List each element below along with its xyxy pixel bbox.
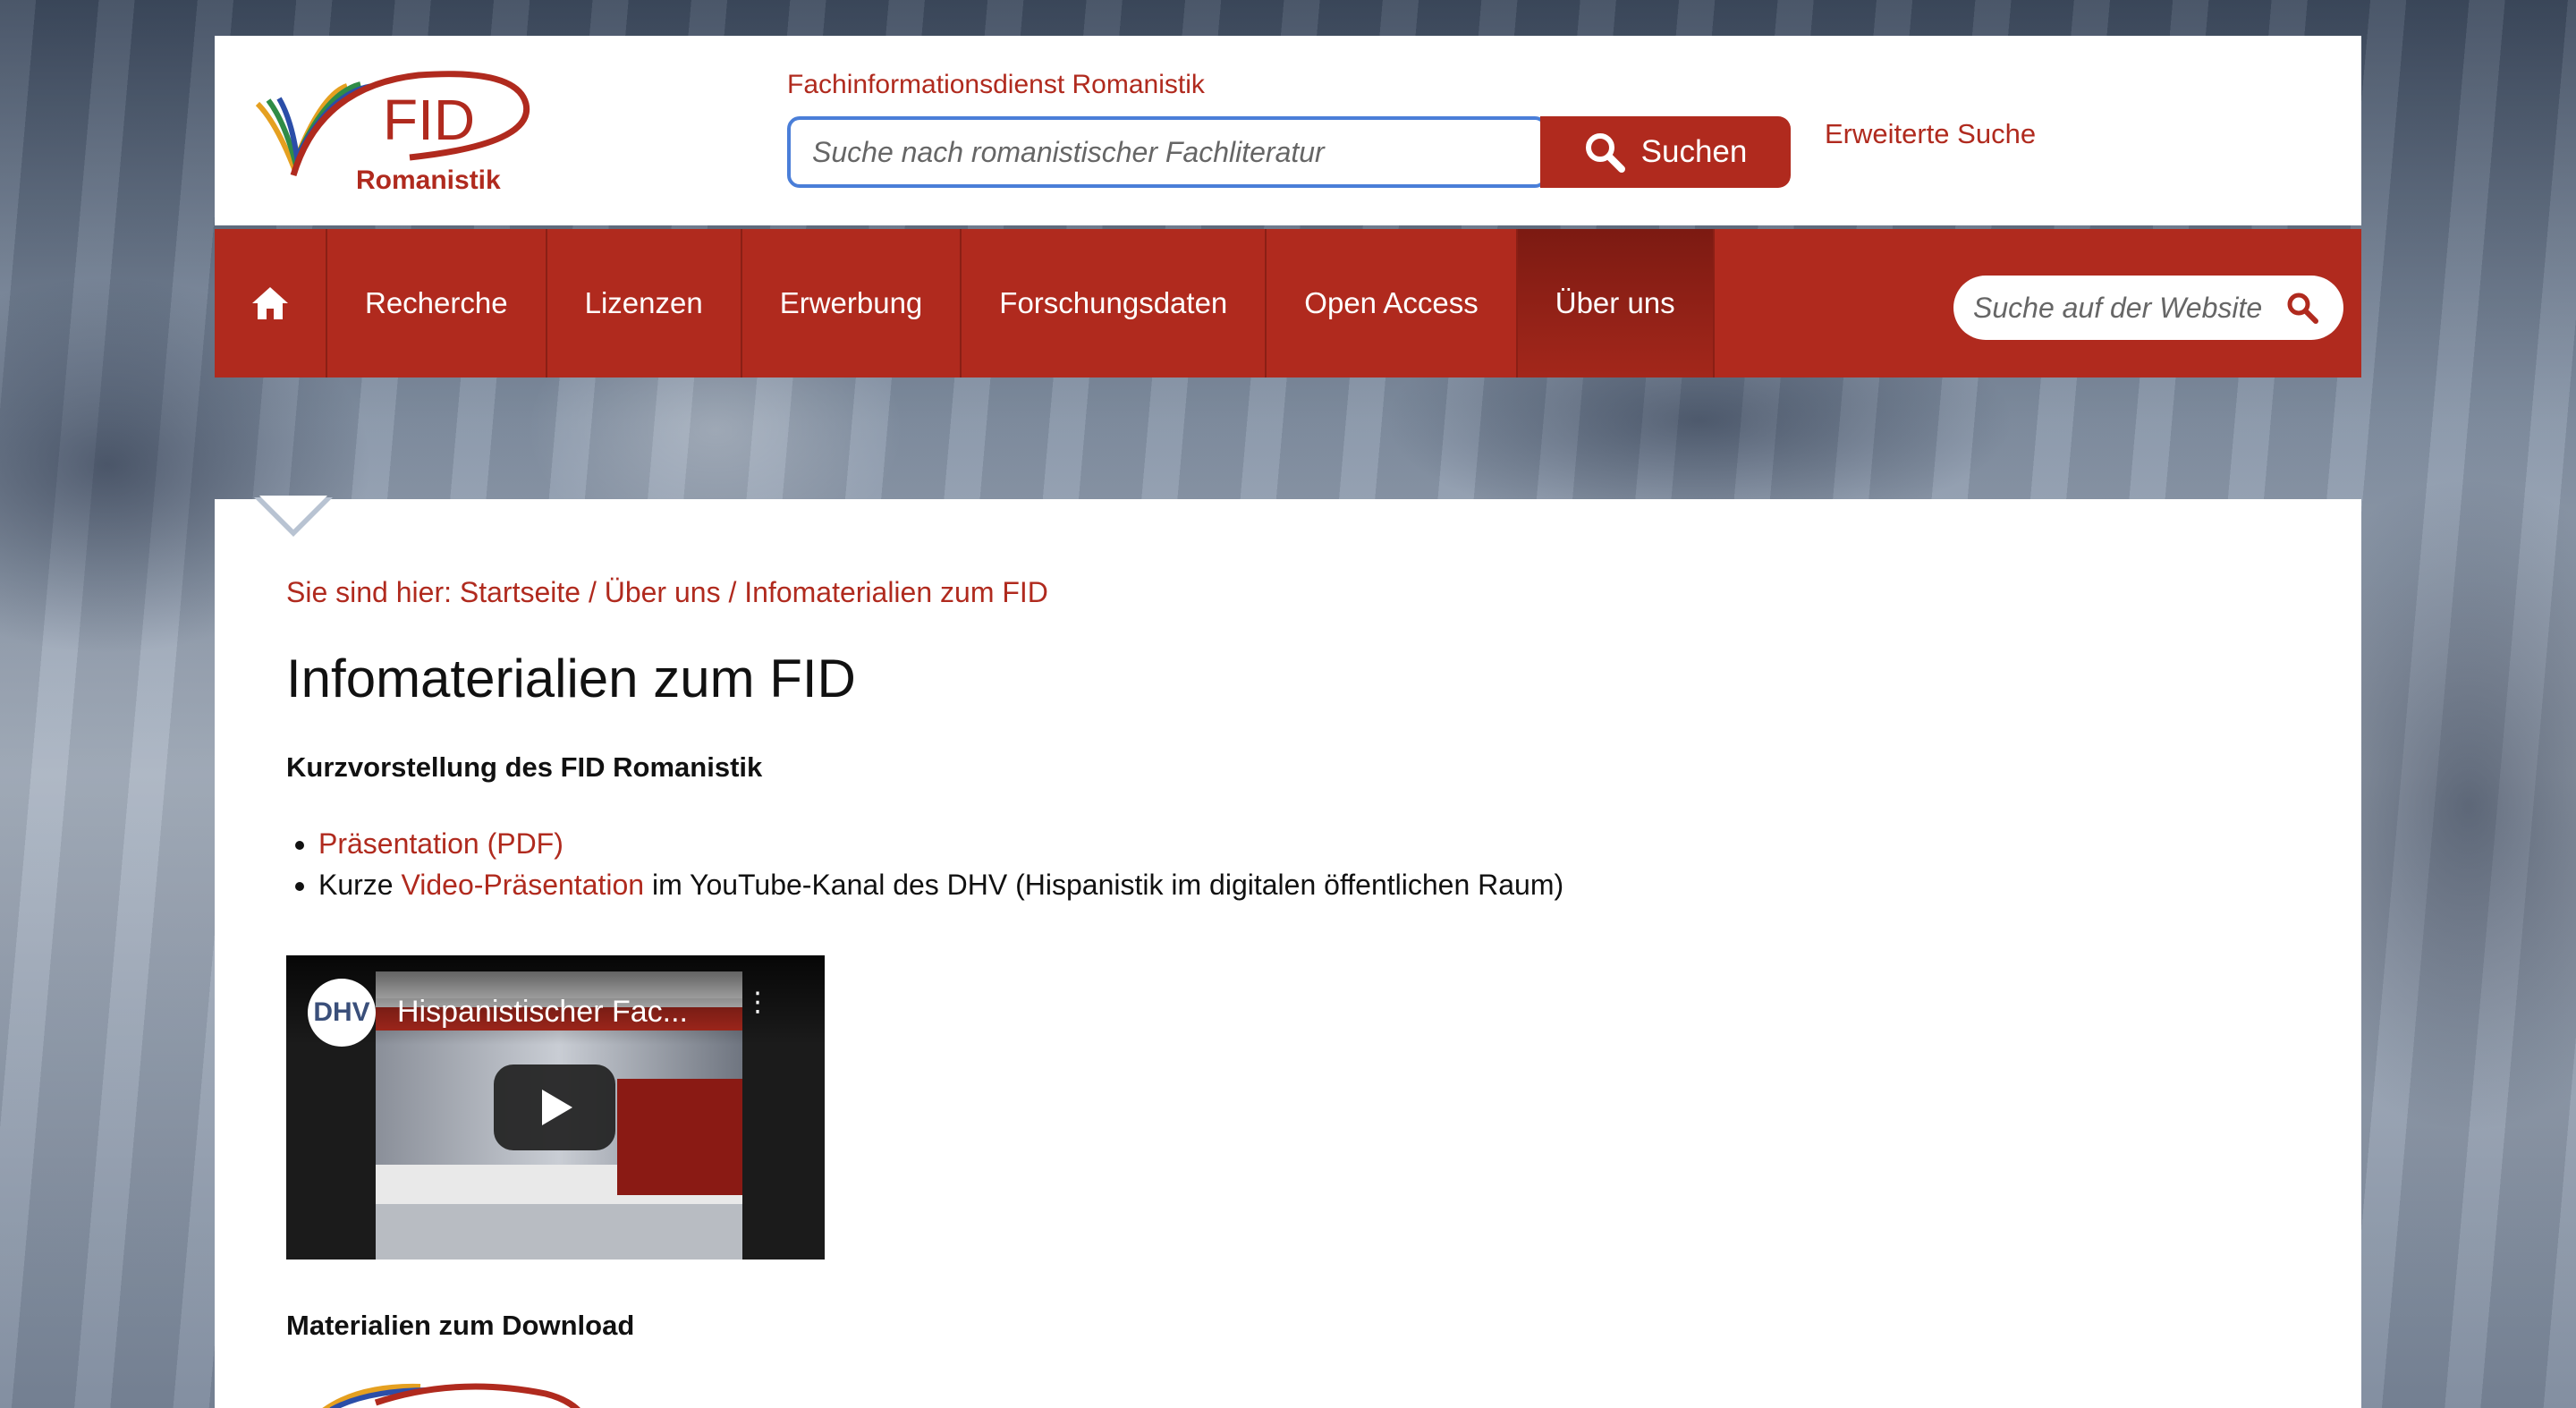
service-name: Fachinformationsdienst Romanistik — [787, 70, 1205, 99]
nav-item-lizenzen[interactable]: Lizenzen — [547, 229, 742, 377]
catalog-search: Suche n — [787, 116, 1791, 188]
site-header: FID Romanistik Fachinformationsdienst Ro… — [215, 36, 2361, 225]
video-title[interactable]: Hispanistischer Fac... — [397, 995, 755, 1030]
video-presentation-link[interactable]: Video-Präsentation — [401, 869, 644, 901]
section-heading-download: Materialien zum Download — [286, 1310, 635, 1341]
home-icon — [252, 287, 288, 319]
nav-item-erwerbung[interactable]: Erwerbung — [742, 229, 962, 377]
presentation-pdf-link[interactable]: Präsentation (PDF) — [318, 827, 564, 860]
section-heading-kurzvorstellung: Kurzvorstellung des FID Romanistik — [286, 751, 763, 783]
more-options-icon[interactable]: ⋮ — [744, 989, 771, 1016]
download-logo-preview — [322, 1383, 580, 1408]
svg-text:Romanistik: Romanistik — [356, 165, 501, 193]
dhv-channel-badge[interactable]: DHV — [308, 979, 376, 1047]
search-button-label: Suchen — [1640, 134, 1748, 169]
search-icon[interactable] — [2286, 292, 2318, 324]
nav-item-ueber-uns[interactable]: Über uns — [1517, 229, 1715, 377]
play-button[interactable] — [494, 1064, 615, 1150]
nav-item-recherche[interactable]: Recherche — [327, 229, 547, 377]
main-content: Sie sind hier: Startseite / Über uns / I… — [215, 496, 2361, 1408]
nav-home[interactable] — [215, 229, 327, 377]
search-button[interactable]: Suchen — [1540, 116, 1791, 188]
site-search — [1953, 276, 2343, 340]
advanced-search-link[interactable]: Erweiterte Suche — [1825, 118, 2036, 150]
search-icon — [1585, 133, 1625, 173]
youtube-video-embed[interactable]: DHV Hispanistischer Fac... ⋮ — [286, 955, 825, 1260]
nav-item-forschungsdaten[interactable]: Forschungsdaten — [962, 229, 1267, 377]
main-navigation: Recherche Lizenzen Erwerbung Forschungsd… — [215, 229, 2361, 377]
breadcrumb: Sie sind hier: Startseite / Über uns / I… — [286, 576, 1048, 608]
svg-text:FID: FID — [383, 88, 475, 152]
breadcrumb-current: Infomaterialien zum FID — [744, 576, 1048, 608]
nav-item-open-access[interactable]: Open Access — [1267, 229, 1518, 377]
page-title: Infomaterialien zum FID — [286, 649, 856, 708]
play-icon — [542, 1090, 572, 1125]
breadcrumb-prefix: Sie sind hier: — [286, 576, 452, 608]
fid-romanistik-logo[interactable]: FID Romanistik — [249, 68, 535, 193]
list-item: Kurze Video-Präsentation im YouTube-Kana… — [286, 864, 1563, 905]
breadcrumb-startseite[interactable]: Startseite — [460, 576, 580, 608]
site-search-input[interactable] — [1973, 291, 2286, 325]
list-item: Präsentation (PDF) — [286, 823, 1563, 864]
info-list: Präsentation (PDF) Kurze Video-Präsentat… — [286, 823, 1563, 905]
catalog-search-input[interactable] — [787, 116, 1547, 188]
breadcrumb-ueber-uns[interactable]: Über uns — [605, 576, 721, 608]
